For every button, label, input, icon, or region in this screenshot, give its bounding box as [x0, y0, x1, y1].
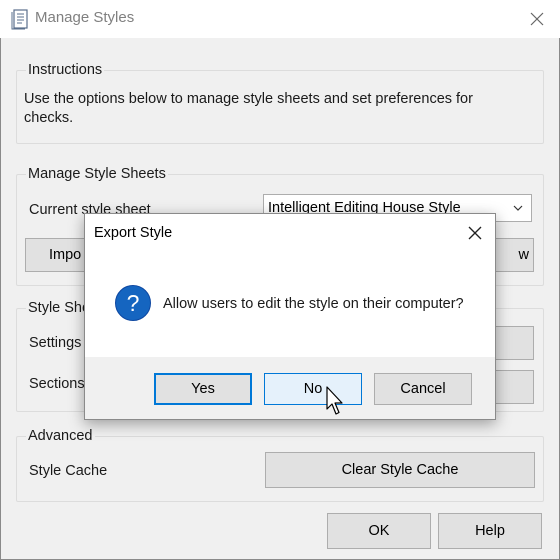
dialog-close-icon[interactable] — [465, 223, 485, 243]
instructions-text-line2: checks. — [24, 110, 74, 126]
style-cache-label: Style Cache — [29, 463, 108, 479]
clear-style-cache-button[interactable]: Clear Style Cache — [265, 452, 535, 488]
import-button-label: Impo — [49, 247, 82, 263]
svg-text:?: ? — [127, 290, 140, 316]
question-icon: ? — [115, 285, 151, 321]
help-button[interactable]: Help — [438, 513, 542, 549]
instructions-group — [16, 70, 544, 144]
instructions-heading: Instructions — [26, 62, 105, 78]
cancel-button[interactable]: Cancel — [374, 373, 472, 405]
app-document-icon — [11, 9, 28, 30]
dialog-title: Export Style — [94, 225, 173, 241]
dialog-message: Allow users to edit the style on their c… — [163, 296, 464, 312]
view-button-label: w — [518, 247, 529, 263]
window-title: Manage Styles — [35, 9, 135, 26]
chevron-down-icon — [513, 205, 523, 211]
settings-label: Settings — [29, 335, 82, 351]
sections-label: Sections — [29, 376, 85, 392]
advanced-heading: Advanced — [26, 428, 95, 444]
settings-button[interactable] — [494, 326, 534, 360]
no-button[interactable]: No — [264, 373, 362, 405]
close-icon[interactable] — [526, 8, 548, 30]
mouse-pointer-icon — [326, 386, 343, 415]
style-sheet-heading: Style She — [26, 300, 93, 316]
ok-button[interactable]: OK — [327, 513, 431, 549]
sections-button[interactable] — [494, 370, 534, 404]
manage-style-sheets-heading: Manage Style Sheets — [26, 166, 168, 182]
export-style-dialog: Export Style ? Allow users to edit the s… — [84, 213, 496, 420]
instructions-text-line1: Use the options below to manage style sh… — [24, 91, 473, 107]
yes-button[interactable]: Yes — [154, 373, 252, 405]
